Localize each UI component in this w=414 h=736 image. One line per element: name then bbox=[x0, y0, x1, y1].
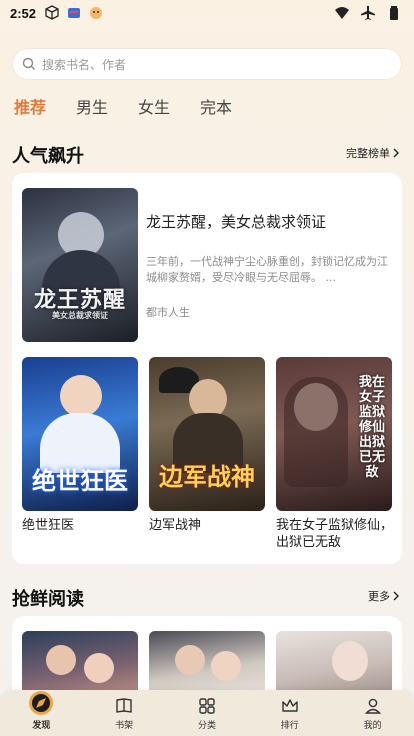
tab-male[interactable]: 男生 bbox=[76, 94, 108, 118]
book-3-title[interactable]: 我在女子监狱修仙，出狱已无敌 bbox=[276, 517, 396, 551]
nav-bookshelf[interactable]: 书架 bbox=[94, 696, 154, 731]
book-2-title[interactable]: 边军战神 bbox=[149, 517, 265, 534]
tab-completed[interactable]: 完本 bbox=[200, 94, 232, 118]
category-tabs: 推荐 男生 女生 完本 bbox=[14, 94, 232, 118]
bottom-nav: 发现 书架 分类 排行 我的 bbox=[0, 690, 414, 736]
search-placeholder: 搜索书名、作者 bbox=[42, 57, 127, 72]
bookshelf-icon bbox=[116, 698, 132, 713]
nav-profile[interactable]: 我的 bbox=[343, 696, 403, 731]
tab-recommend[interactable]: 推荐 bbox=[14, 94, 46, 118]
featured-book-title[interactable]: 龙王苏醒，美女总裁求领证 bbox=[146, 211, 326, 232]
chevron-right-icon bbox=[393, 148, 399, 158]
status-bar: 2:52 bbox=[0, 0, 414, 26]
search-icon bbox=[22, 57, 35, 70]
battery-icon bbox=[390, 6, 398, 20]
search-input[interactable]: 搜索书名、作者 bbox=[12, 48, 402, 80]
nav-bookshelf-label: 书架 bbox=[115, 721, 134, 731]
nav-category-label: 分类 bbox=[197, 721, 216, 731]
profile-icon bbox=[364, 698, 381, 714]
more-label: 更多 bbox=[368, 590, 390, 603]
nav-ranking-label: 排行 bbox=[280, 721, 299, 731]
nav-ranking[interactable]: 排行 bbox=[260, 696, 320, 731]
full-ranking-link[interactable]: 完整榜单 bbox=[346, 145, 400, 161]
featured-cover-subtitle: 美女总裁求领证 bbox=[52, 311, 108, 320]
nav-discover[interactable]: 发现 bbox=[11, 690, 71, 731]
book-cover-1[interactable]: 绝世狂医 bbox=[22, 357, 138, 511]
section-title-fresh: 抢鲜阅读 bbox=[12, 589, 84, 610]
app-notification-icon bbox=[68, 8, 81, 18]
nav-profile-label: 我的 bbox=[363, 721, 382, 731]
airplane-icon bbox=[361, 6, 375, 20]
avatar-notification-icon bbox=[90, 7, 103, 19]
featured-book-description: 三年前，一代战神宁尘心脉重创，封锁记忆成为江城柳家赘婿，受尽冷眼与无尽屈辱。 .… bbox=[146, 255, 388, 284]
book-cover-3[interactable]: 我在女子监狱修仙 出狱已无敌 bbox=[276, 357, 392, 511]
ranking-icon bbox=[282, 699, 298, 712]
book-1-cover-title: 绝世狂医 bbox=[32, 467, 128, 495]
book-2-cover-title: 边军战神 bbox=[159, 463, 255, 491]
nav-discover-label: 发现 bbox=[32, 721, 51, 731]
discover-icon bbox=[29, 691, 54, 715]
featured-book-cover[interactable]: 龙王苏醒 美女总裁求领证 bbox=[22, 188, 138, 342]
book-3-cover-title: 我在女子监狱修仙 出狱已无敌 bbox=[358, 375, 385, 480]
full-ranking-label: 完整榜单 bbox=[346, 147, 390, 160]
nav-category[interactable]: 分类 bbox=[177, 696, 237, 731]
book-1-title[interactable]: 绝世狂医 bbox=[22, 517, 138, 534]
chevron-right-icon bbox=[393, 591, 399, 601]
category-icon bbox=[199, 698, 215, 714]
cube-icon bbox=[45, 5, 59, 20]
book-cover-2[interactable]: 边军战神 bbox=[149, 357, 265, 511]
featured-book-tag: 都市人生 bbox=[146, 306, 190, 319]
section-title-popular: 人气飙升 bbox=[12, 146, 84, 167]
more-link[interactable]: 更多 bbox=[368, 588, 400, 604]
wifi-icon bbox=[335, 7, 349, 19]
status-time: 2:52 bbox=[10, 5, 37, 21]
tab-female[interactable]: 女生 bbox=[138, 94, 170, 118]
